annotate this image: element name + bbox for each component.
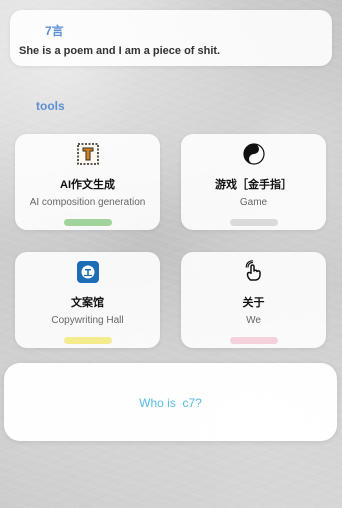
tool-title: 文案馆 — [71, 297, 104, 309]
touch-hand-icon — [242, 260, 266, 284]
tool-subtitle: Game — [239, 197, 268, 208]
tool-status-bar — [229, 219, 278, 226]
tool-card-game[interactable]: 游戏［金手指］ Game — [181, 134, 326, 230]
letter-t-icon — [76, 142, 100, 166]
tool-card-copywriting-hall[interactable]: 文案馆 Copywriting Hall — [15, 252, 160, 348]
tool-status-bar — [63, 219, 112, 226]
about-author-card[interactable]: Who is c7? — [4, 363, 337, 441]
tool-title: 游戏［金手指］ — [215, 179, 292, 191]
tool-status-bar — [63, 337, 112, 344]
quote-title: 7言 — [45, 24, 64, 38]
tool-card-ai-composition[interactable]: AI作文生成 AI composition generation — [15, 134, 160, 230]
tool-card-about[interactable]: 关于 We — [181, 252, 326, 348]
yin-yang-icon — [242, 142, 266, 166]
quote-card: 7言 She is a poem and I am a piece of shi… — [10, 10, 332, 66]
tool-subtitle: Copywriting Hall — [51, 315, 124, 326]
tool-subtitle: AI composition generation — [29, 197, 146, 208]
tool-title: AI作文生成 — [60, 179, 115, 191]
tool-status-bar — [229, 337, 278, 344]
about-author-link[interactable]: Who is c7? — [4, 396, 337, 410]
library-icon — [76, 260, 100, 284]
tool-title: 关于 — [242, 297, 265, 309]
quote-text: She is a poem and I am a piece of shit. — [19, 45, 221, 57]
tool-subtitle: We — [246, 315, 261, 326]
tools-section-title: tools — [36, 99, 65, 113]
